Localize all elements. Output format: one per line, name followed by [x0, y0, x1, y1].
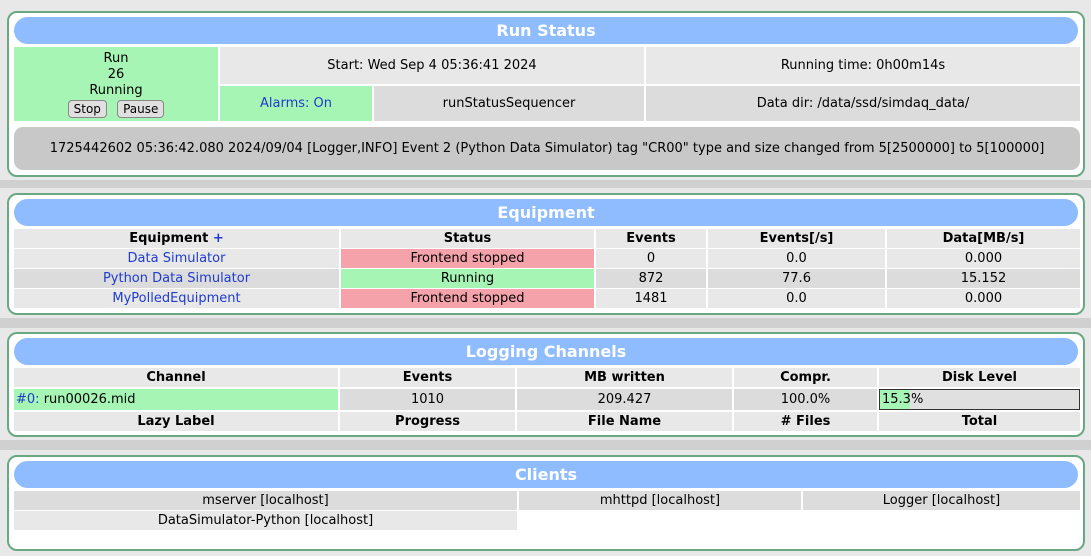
section-divider	[0, 180, 1091, 188]
equipment-rate: 77.6	[708, 269, 885, 288]
run-status-header: Run Status	[14, 17, 1078, 44]
section-divider	[0, 440, 1091, 450]
client-item: Logger [localhost]	[803, 491, 1080, 510]
equipment-events: 1481	[596, 289, 706, 308]
run-status-panel: Run Status Run 26 Running Stop Pause Sta…	[7, 11, 1085, 177]
equipment-data: 0.000	[887, 249, 1080, 268]
client-item: mserver [localhost]	[14, 491, 517, 510]
equipment-events: 872	[596, 269, 706, 288]
client-item: DataSimulator-Python [localhost]	[14, 511, 517, 530]
equipment-data: 0.000	[887, 289, 1080, 308]
run-label: Run	[103, 50, 129, 66]
logging-mb-written: 209.427	[517, 389, 732, 410]
logging-col-events: Events	[340, 368, 515, 387]
logging-header: Logging Channels	[14, 338, 1078, 365]
clients-header: Clients	[14, 461, 1078, 488]
equipment-rate: 0.0	[708, 289, 885, 308]
lazy-col-total: Total	[879, 412, 1080, 431]
equipment-col-status: Status	[341, 229, 594, 248]
pause-button[interactable]: Pause	[117, 99, 165, 118]
lazy-col-files: # Files	[734, 412, 877, 431]
channel-link[interactable]: #0:	[16, 392, 40, 407]
equipment-data: 15.152	[887, 269, 1080, 288]
run-state-cell: Run 26 Running Stop Pause	[14, 47, 218, 121]
lazy-col-filename: File Name	[517, 412, 732, 431]
equipment-col-data: Data[MB/s]	[887, 229, 1080, 248]
section-divider	[0, 318, 1091, 328]
logging-col-mb: MB written	[517, 368, 732, 387]
logging-compr: 100.0%	[734, 389, 877, 410]
data-dir: Data dir: /data/ssd/simdaq_data/	[646, 86, 1080, 121]
logging-channel-cell: #0: run00026.mid	[14, 389, 338, 410]
channel-file: run00026.mid	[43, 392, 136, 407]
lazy-col-progress: Progress	[340, 412, 515, 431]
clients-panel: Clients mserver [localhost] mhttpd [loca…	[7, 455, 1085, 551]
disk-level-bar: 15.3%	[879, 389, 1080, 410]
equipment-status: Frontend stopped	[341, 289, 594, 308]
equipment-status: Frontend stopped	[341, 249, 594, 268]
logging-events: 1010	[340, 389, 515, 410]
equipment-name-link[interactable]: Python Data Simulator	[14, 269, 339, 288]
equipment-name-link[interactable]: MyPolledEquipment	[14, 289, 339, 308]
equipment-col-name: Equipment +	[14, 229, 339, 248]
equipment-name-link[interactable]: Data Simulator	[14, 249, 339, 268]
running-time: Running time: 0h00m14s	[646, 47, 1080, 84]
equipment-col-rate: Events[/s]	[708, 229, 885, 248]
run-start-time: Start: Wed Sep 4 05:36:41 2024	[220, 47, 644, 84]
client-item: mhttpd [localhost]	[519, 491, 801, 510]
last-message[interactable]: 1725442602 05:36:42.080 2024/09/04 [Logg…	[14, 127, 1080, 170]
logging-col-compr: Compr.	[734, 368, 877, 387]
equipment-panel: Equipment Equipment + Status Events Even…	[7, 193, 1085, 315]
equipment-status: Running	[341, 269, 594, 288]
logging-panel: Logging Channels Channel Events MB writt…	[7, 332, 1085, 437]
disk-level-text: 15.3%	[882, 392, 924, 407]
sequencer-status[interactable]: runStatusSequencer	[374, 86, 644, 121]
equipment-header: Equipment	[14, 199, 1078, 226]
add-equipment-button[interactable]: +	[213, 231, 224, 246]
equipment-col-label: Equipment	[129, 231, 209, 246]
lazy-col-label: Lazy Label	[14, 412, 338, 431]
stop-button[interactable]: Stop	[67, 99, 107, 118]
equipment-rate: 0.0	[708, 249, 885, 268]
logging-col-channel: Channel	[14, 368, 338, 387]
run-state: Running	[89, 82, 143, 98]
alarms-status[interactable]: Alarms: On	[220, 86, 372, 121]
run-number: 26	[107, 66, 125, 82]
logging-col-disk: Disk Level	[879, 368, 1080, 387]
equipment-events: 0	[596, 249, 706, 268]
equipment-col-events: Events	[596, 229, 706, 248]
